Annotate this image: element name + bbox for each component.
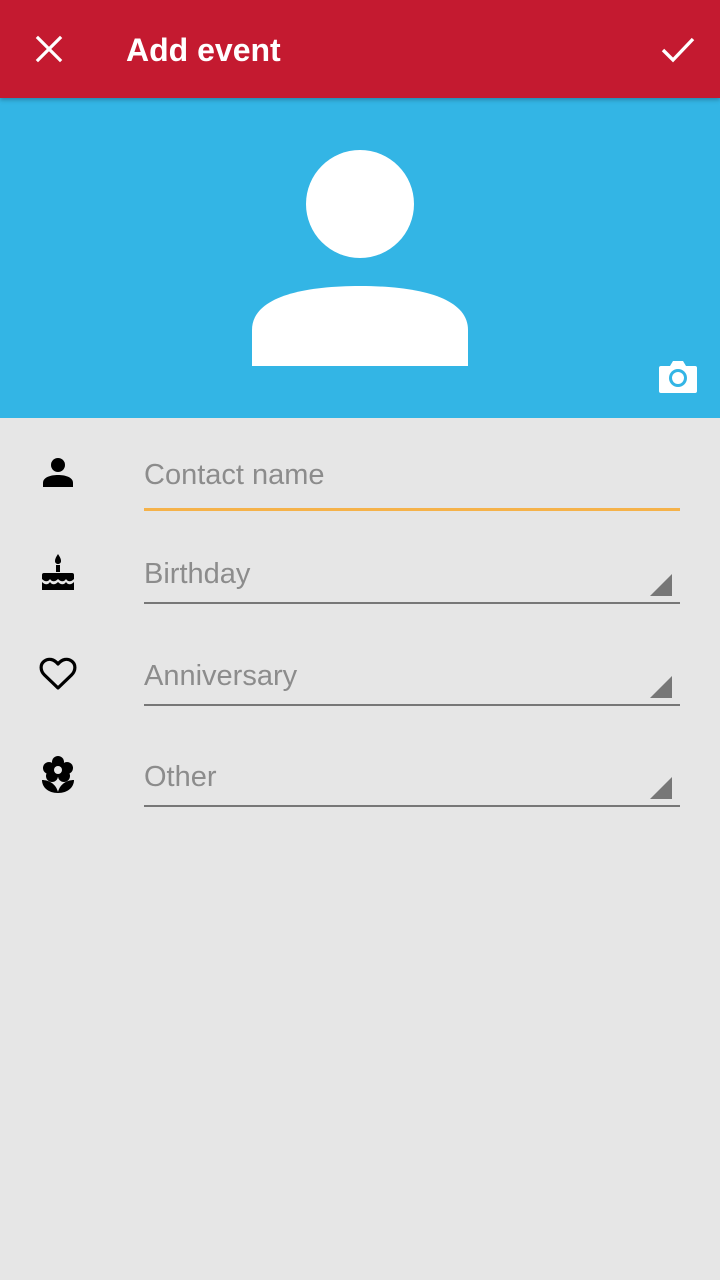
flower-icon: [38, 755, 78, 795]
toolbar: Add event: [0, 0, 720, 98]
anniversary-label: Anniversary: [144, 660, 298, 692]
close-icon: [35, 35, 63, 63]
cake-icon: [38, 552, 78, 592]
contact-name-row: [0, 440, 720, 520]
contact-photo[interactable]: [0, 98, 720, 418]
person-icon: [38, 452, 78, 492]
done-button[interactable]: [639, 11, 717, 89]
add-event-screen: Add event Contact name Birthday Annivers…: [0, 0, 720, 1280]
dropdown-arrow-icon: [650, 777, 672, 799]
anniversary-spinner[interactable]: Anniversary: [144, 656, 680, 716]
other-spinner[interactable]: Other: [144, 757, 680, 817]
check-icon: [661, 37, 695, 63]
contact-name-input[interactable]: [144, 445, 680, 505]
contact-name-field: [144, 445, 680, 515]
other-row: Other: [0, 751, 720, 821]
heart-outline-icon: [38, 654, 78, 694]
anniversary-row: Anniversary: [0, 650, 720, 720]
birthday-label: Birthday: [144, 558, 251, 590]
camera-icon: [659, 361, 697, 393]
anniversary-underline: [144, 704, 680, 706]
other-underline: [144, 805, 680, 807]
person-silhouette-icon: [252, 150, 468, 366]
page-title: Add event: [126, 32, 281, 68]
close-button[interactable]: [4, 4, 94, 94]
dropdown-arrow-icon: [650, 676, 672, 698]
focus-underline: [144, 508, 680, 511]
birthday-underline: [144, 602, 680, 604]
birthday-spinner[interactable]: Birthday: [144, 554, 680, 614]
other-label: Other: [144, 761, 217, 793]
dropdown-arrow-icon: [650, 574, 672, 596]
birthday-row: Birthday: [0, 548, 720, 618]
